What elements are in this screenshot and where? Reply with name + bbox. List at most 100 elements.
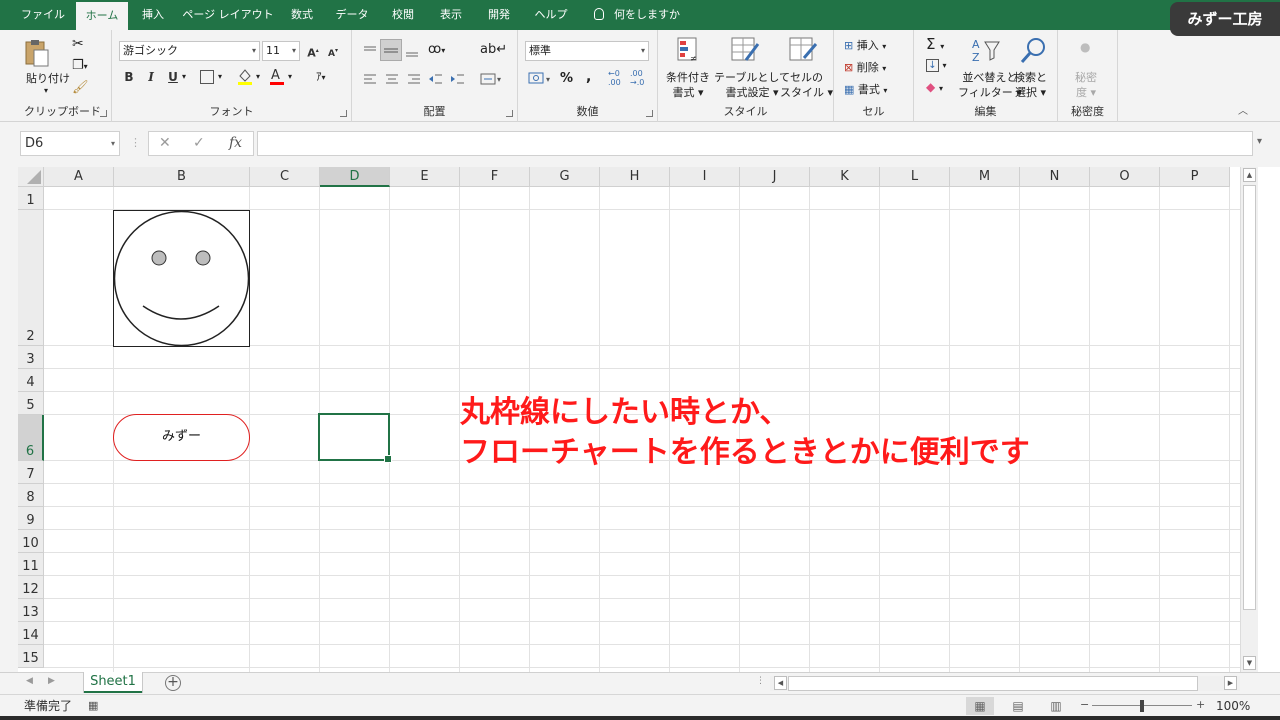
- row-header-2[interactable]: 2: [18, 210, 44, 346]
- tell-me-search[interactable]: 何をしますか: [594, 0, 680, 30]
- cell-styles-button[interactable]: セルの スタイル ▾: [780, 70, 833, 100]
- row-header-14[interactable]: 14: [18, 622, 44, 645]
- tab-review[interactable]: 校閲: [382, 0, 424, 30]
- sheet-tab-sheet1[interactable]: Sheet1: [84, 672, 142, 693]
- format-cells-button[interactable]: ▦ 書式 ▾: [844, 81, 887, 97]
- active-cell-d6[interactable]: [318, 413, 392, 463]
- row-header-6[interactable]: 6: [18, 415, 44, 461]
- horizontal-scroll-thumb[interactable]: [788, 676, 1198, 691]
- row-header-11[interactable]: 11: [18, 553, 44, 576]
- decrease-indent-icon[interactable]: [428, 72, 444, 89]
- format-painter-icon[interactable]: 🖌: [72, 80, 89, 95]
- column-header-k[interactable]: K: [810, 167, 880, 187]
- wrap-text-icon[interactable]: ab↵: [480, 42, 507, 57]
- clear-eraser-icon[interactable]: ◆ ▾: [926, 80, 943, 94]
- clipboard-launcher-icon[interactable]: [100, 110, 107, 117]
- font-size-select[interactable]: 11 ▾: [262, 41, 300, 61]
- row-header-15[interactable]: 15: [18, 645, 44, 668]
- align-left-icon[interactable]: [362, 72, 378, 89]
- column-header-n[interactable]: N: [1020, 167, 1090, 187]
- tab-view[interactable]: 表示: [430, 0, 472, 30]
- column-header-o[interactable]: O: [1090, 167, 1160, 187]
- zoom-out-icon[interactable]: −: [1080, 698, 1089, 711]
- format-as-table-icon[interactable]: [730, 36, 760, 67]
- collapse-ribbon-icon[interactable]: ︿: [1238, 102, 1248, 117]
- row-header-9[interactable]: 9: [18, 507, 44, 530]
- orientation-icon[interactable]: ꝏ▾: [428, 42, 445, 57]
- enter-icon[interactable]: ✓: [193, 132, 205, 155]
- tab-insert[interactable]: 挿入: [132, 0, 174, 30]
- column-header-g[interactable]: G: [530, 167, 600, 187]
- tab-file[interactable]: ファイル: [14, 0, 72, 30]
- font-color-button[interactable]: A: [268, 66, 286, 86]
- vertical-scrollbar[interactable]: ▲ ▼: [1240, 167, 1258, 672]
- row-header-5[interactable]: 5: [18, 392, 44, 415]
- align-center-icon[interactable]: [384, 72, 400, 89]
- normal-view-icon[interactable]: ▦: [966, 697, 994, 715]
- number-format-select[interactable]: 標準 ▾: [525, 41, 649, 61]
- sensitivity-button[interactable]: 秘密度 ▾: [1075, 70, 1097, 100]
- worksheet-grid[interactable]: ABCDEFGHIJKLMNOP 1 2 3 4 5 6 7 8 9 10 11 12 13 14 15 み…: [0, 167, 1240, 672]
- increase-decimal-icon[interactable]: ←0.00: [608, 69, 621, 87]
- expand-formula-bar-icon[interactable]: ▾: [1257, 136, 1262, 147]
- column-header-m[interactable]: M: [950, 167, 1020, 187]
- borders-icon[interactable]: [200, 70, 214, 84]
- tab-home[interactable]: ホーム: [76, 2, 128, 30]
- bold-button[interactable]: B: [120, 68, 138, 86]
- smiley-face-shape[interactable]: [113, 210, 250, 347]
- align-middle-icon[interactable]: [380, 39, 402, 61]
- column-header-p[interactable]: P: [1160, 167, 1230, 187]
- conditional-formatting-button[interactable]: 条件付き 書式 ▾: [666, 70, 710, 100]
- font-name-select[interactable]: 游ゴシック ▾: [119, 41, 260, 61]
- increase-indent-icon[interactable]: [450, 72, 466, 89]
- column-header-i[interactable]: I: [670, 167, 740, 187]
- alignment-launcher-icon[interactable]: [506, 110, 513, 117]
- copy-icon[interactable]: ❐▾: [72, 58, 88, 73]
- grow-font-button[interactable]: A▴: [304, 42, 322, 60]
- tab-page-layout[interactable]: ページ レイアウト: [178, 0, 278, 30]
- formula-input[interactable]: [257, 131, 1253, 156]
- sort-filter-button[interactable]: 並べ替えと フィルター ▾: [958, 70, 1022, 100]
- scroll-left-icon[interactable]: ◀: [774, 676, 787, 690]
- sort-filter-icon[interactable]: AZ: [970, 36, 1002, 67]
- paste-button[interactable]: [22, 38, 50, 68]
- row-header-4[interactable]: 4: [18, 369, 44, 392]
- underline-dropdown-arrow[interactable]: ▾: [182, 72, 186, 81]
- delete-cells-button[interactable]: ⊠ 削除 ▾: [844, 59, 886, 75]
- horizontal-scrollbar[interactable]: ◀ ▶: [770, 676, 1240, 691]
- font-launcher-icon[interactable]: [340, 110, 347, 117]
- prev-sheet-icon[interactable]: ◀: [26, 676, 33, 686]
- number-launcher-icon[interactable]: [646, 110, 653, 117]
- fill-color-button[interactable]: [236, 66, 254, 86]
- accounting-format-icon[interactable]: ▾: [528, 70, 554, 89]
- find-select-icon[interactable]: [1018, 36, 1048, 67]
- cut-icon[interactable]: ✂: [72, 36, 84, 52]
- conditional-formatting-icon[interactable]: ≠: [676, 36, 702, 67]
- italic-button[interactable]: I: [142, 68, 160, 86]
- row-header-12[interactable]: 12: [18, 576, 44, 599]
- tab-split-grip-icon[interactable]: ⋮: [756, 676, 765, 686]
- tab-help[interactable]: ヘルプ: [526, 0, 576, 30]
- row-header-7[interactable]: 7: [18, 461, 44, 484]
- merge-center-icon[interactable]: ▾: [480, 72, 504, 89]
- fill-color-dropdown-arrow[interactable]: ▾: [256, 72, 260, 81]
- scroll-down-icon[interactable]: ▼: [1243, 656, 1256, 670]
- align-right-icon[interactable]: [406, 72, 422, 89]
- column-header-c[interactable]: C: [250, 167, 320, 187]
- add-sheet-icon[interactable]: +: [165, 675, 181, 691]
- fill-icon[interactable]: ↓ ▾: [926, 58, 947, 72]
- phonetic-guide-icon[interactable]: ｱ▾: [316, 68, 326, 84]
- comma-button[interactable]: ,: [586, 69, 591, 85]
- zoom-slider-knob[interactable]: [1140, 700, 1144, 712]
- column-header-b[interactable]: B: [114, 167, 250, 187]
- percent-button[interactable]: %: [560, 71, 573, 86]
- column-header-d[interactable]: D: [320, 167, 390, 187]
- macro-record-icon[interactable]: ▦: [88, 699, 98, 712]
- column-header-e[interactable]: E: [390, 167, 460, 187]
- column-header-j[interactable]: J: [740, 167, 810, 187]
- rounded-rectangle-shape[interactable]: みずー: [113, 414, 250, 461]
- scroll-up-icon[interactable]: ▲: [1243, 168, 1256, 182]
- shrink-font-button[interactable]: A▾: [324, 42, 342, 60]
- select-all-button[interactable]: [18, 167, 44, 187]
- column-header-h[interactable]: H: [600, 167, 670, 187]
